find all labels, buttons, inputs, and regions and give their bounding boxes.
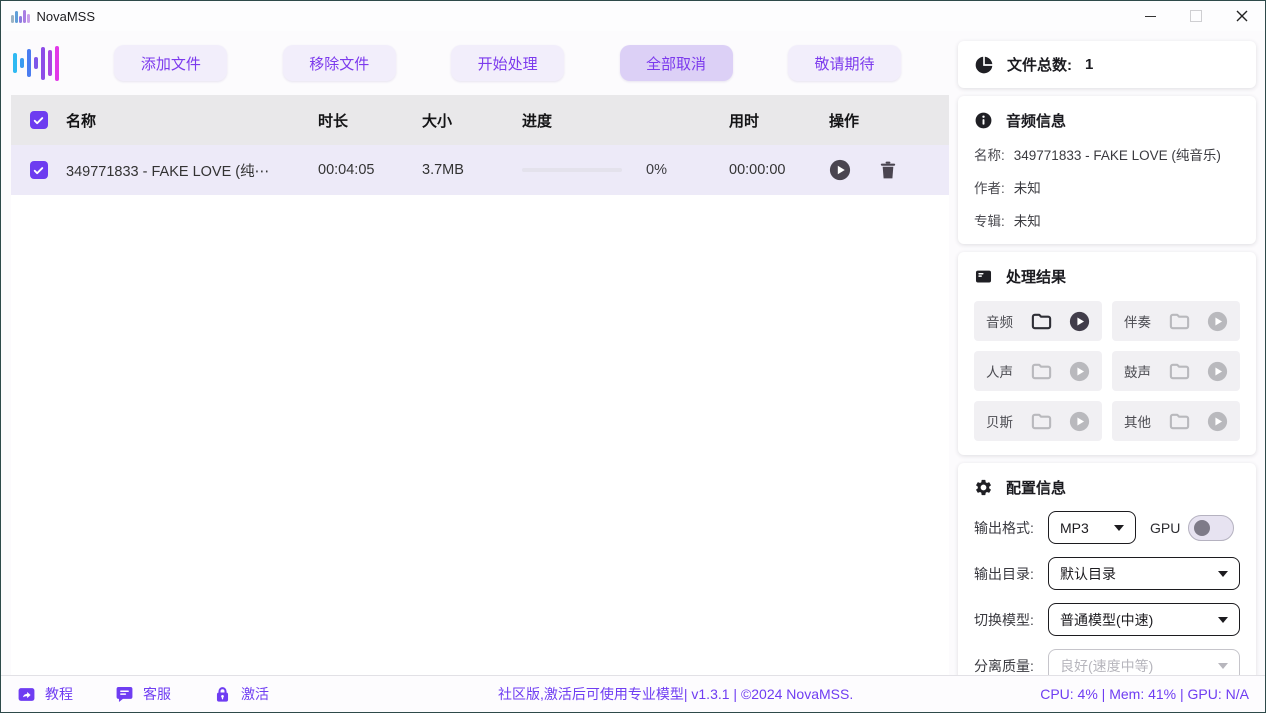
- quality-select: 良好(速度中等): [1048, 649, 1240, 675]
- audio-artist-value: 未知: [1014, 177, 1041, 197]
- select-all-checkbox[interactable]: [30, 111, 48, 129]
- gpu-label: GPU: [1150, 520, 1180, 536]
- stay-tuned-button[interactable]: 敬请期待: [788, 45, 901, 81]
- play-icon[interactable]: [829, 159, 851, 181]
- version-text: 社区版,激活后可使用专业模型| v1.3.1 | ©2024 NovaMSS.: [311, 684, 1040, 704]
- folder-icon[interactable]: [1030, 410, 1053, 433]
- add-file-button[interactable]: 添加文件: [114, 45, 227, 81]
- window-controls: [1127, 1, 1265, 31]
- header-elapsed: 用时: [729, 110, 829, 131]
- file-elapsed: 00:00:00: [729, 162, 829, 178]
- chevron-down-icon: [1218, 571, 1228, 577]
- config-title: 配置信息: [1006, 477, 1066, 498]
- config-card: 配置信息 输出格式: MP3 GPU 输出目录: 默认目录: [958, 463, 1256, 675]
- tutorial-icon: [17, 685, 36, 704]
- folder-icon[interactable]: [1030, 360, 1053, 383]
- play-circle-icon[interactable]: [1069, 311, 1090, 332]
- header-size: 大小: [422, 110, 522, 131]
- folder-icon[interactable]: [1030, 310, 1053, 333]
- play-circle-icon[interactable]: [1069, 411, 1090, 432]
- audio-info-title: 音频信息: [1006, 110, 1066, 131]
- header-actions: 操作: [829, 110, 949, 131]
- model-select[interactable]: 普通模型(中速): [1048, 603, 1240, 636]
- pie-chart-icon: [974, 55, 994, 75]
- output-format-select[interactable]: MP3: [1048, 511, 1136, 544]
- table-row[interactable]: 349771833 - FAKE LOVE (纯⋯ 00:04:05 3.7MB…: [11, 145, 949, 195]
- output-dir-row: 输出目录: 默认目录: [974, 557, 1240, 590]
- remove-file-button[interactable]: 移除文件: [283, 45, 396, 81]
- system-status: CPU: 4% | Mem: 41% | GPU: N/A: [1040, 686, 1249, 702]
- minimize-icon[interactable]: [1127, 1, 1173, 31]
- audio-album-field: 专辑: 未知: [974, 210, 1240, 230]
- tutorial-link[interactable]: 教程: [17, 684, 73, 704]
- audio-info-card: 音频信息 名称: 349771833 - FAKE LOVE (纯音乐) 作者:…: [958, 96, 1256, 244]
- chevron-down-icon: [1114, 525, 1124, 531]
- row-actions: [829, 159, 949, 181]
- audio-name-value: 349771833 - FAKE LOVE (纯音乐): [1014, 144, 1221, 164]
- file-count-card: 文件总数: 1: [958, 41, 1256, 88]
- results-title: 处理结果: [1006, 266, 1066, 287]
- file-size: 3.7MB: [422, 162, 522, 178]
- header-progress: 进度: [522, 110, 729, 131]
- result-tile-accompaniment: 伴奏: [1112, 301, 1240, 341]
- close-icon[interactable]: [1219, 1, 1265, 31]
- result-tile-audio: 音频: [974, 301, 1102, 341]
- header-name: 名称: [66, 110, 318, 131]
- results-card: 处理结果 音频 伴奏 人声: [958, 252, 1256, 455]
- waveform-logo-icon: [13, 43, 59, 83]
- table-header-row: 名称 时长 大小 进度 用时 操作: [11, 95, 949, 145]
- result-tile-vocals: 人声: [974, 351, 1102, 391]
- app-window: NovaMSS 添加文件 移除文件 开始处理 全部取消 敬请期待: [0, 0, 1266, 713]
- chevron-down-icon: [1218, 617, 1228, 623]
- result-tile-drums: 鼓声: [1112, 351, 1240, 391]
- audio-album-value: 未知: [1014, 210, 1041, 230]
- delete-icon[interactable]: [877, 159, 899, 181]
- folder-icon[interactable]: [1168, 310, 1191, 333]
- gear-icon: [974, 478, 993, 497]
- footer: 教程 客服 激活 社区版,激活后可使用专业模型| v1.3.1 | ©2024 …: [1, 675, 1265, 712]
- main-area: 添加文件 移除文件 开始处理 全部取消 敬请期待 名称 时长 大小: [1, 31, 1265, 675]
- output-format-row: 输出格式: MP3 GPU: [974, 511, 1240, 544]
- support-link[interactable]: 客服: [115, 684, 171, 704]
- play-circle-icon[interactable]: [1207, 411, 1228, 432]
- file-count-value: 1: [1085, 56, 1093, 73]
- side-panel: 文件总数: 1 音频信息 名称: 349771833 - FAKE LOVE (…: [949, 31, 1265, 675]
- quality-row: 分离质量: 良好(速度中等): [974, 649, 1240, 675]
- chevron-down-icon: [1218, 663, 1228, 669]
- folder-icon[interactable]: [1168, 360, 1191, 383]
- file-count-label: 文件总数:: [1007, 54, 1072, 75]
- cancel-all-button[interactable]: 全部取消: [620, 45, 733, 81]
- file-duration: 00:04:05: [318, 162, 422, 178]
- audio-artist-field: 作者: 未知: [974, 177, 1240, 197]
- progress-percent: 0%: [646, 162, 667, 178]
- window-title: NovaMSS: [37, 9, 96, 24]
- play-circle-icon[interactable]: [1069, 361, 1090, 382]
- toolbar: 添加文件 移除文件 开始处理 全部取消 敬请期待: [1, 31, 949, 95]
- chat-icon: [115, 685, 134, 704]
- activate-link[interactable]: 激活: [213, 684, 269, 704]
- file-table: 名称 时长 大小 进度 用时 操作 349771833 - FAKE LOVE …: [11, 95, 949, 675]
- model-row: 切换模型: 普通模型(中速): [974, 603, 1240, 636]
- lock-icon: [213, 685, 232, 704]
- output-dir-select[interactable]: 默认目录: [1048, 557, 1240, 590]
- results-icon: [974, 267, 993, 286]
- folder-icon[interactable]: [1168, 410, 1191, 433]
- result-tile-other: 其他: [1112, 401, 1240, 441]
- play-circle-icon[interactable]: [1207, 361, 1228, 382]
- file-progress: 0%: [522, 162, 729, 178]
- titlebar: NovaMSS: [1, 1, 1265, 31]
- header-duration: 时长: [318, 110, 422, 131]
- progress-bar: [522, 168, 622, 172]
- file-name: 349771833 - FAKE LOVE (纯⋯: [66, 160, 318, 181]
- row-checkbox[interactable]: [30, 161, 48, 179]
- app-icon: [11, 9, 30, 23]
- audio-name-field: 名称: 349771833 - FAKE LOVE (纯音乐): [974, 144, 1240, 164]
- play-circle-icon[interactable]: [1207, 311, 1228, 332]
- left-column: 添加文件 移除文件 开始处理 全部取消 敬请期待 名称 时长 大小: [1, 31, 949, 675]
- gpu-toggle[interactable]: [1188, 515, 1234, 541]
- info-icon: [974, 111, 993, 130]
- start-processing-button[interactable]: 开始处理: [451, 45, 564, 81]
- maximize-icon[interactable]: [1173, 1, 1219, 31]
- result-tile-bass: 贝斯: [974, 401, 1102, 441]
